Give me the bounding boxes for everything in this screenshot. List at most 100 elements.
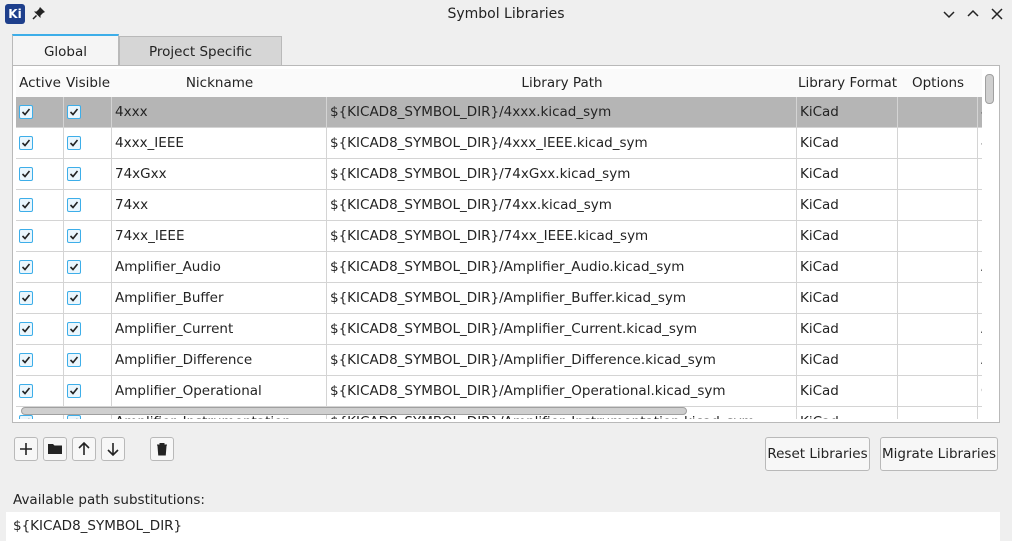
visible-checkbox[interactable] bbox=[67, 384, 81, 398]
visible-checkbox[interactable] bbox=[67, 229, 81, 243]
description-cell[interactable]: Ge bbox=[978, 376, 982, 406]
migrate-libraries-button[interactable]: Migrate Libraries bbox=[880, 437, 998, 471]
active-checkbox[interactable] bbox=[19, 105, 33, 119]
horizontal-scrollbar[interactable] bbox=[21, 407, 687, 415]
reset-libraries-button[interactable]: Reset Libraries bbox=[765, 437, 870, 471]
visible-checkbox[interactable] bbox=[67, 136, 81, 150]
header-active[interactable]: Active bbox=[16, 69, 64, 97]
visible-checkbox[interactable] bbox=[67, 260, 81, 274]
vertical-scrollbar[interactable] bbox=[984, 74, 994, 412]
nickname-cell[interactable]: 74xx bbox=[112, 190, 327, 220]
table-row[interactable]: 74xx_IEEE ${KICAD8_SYMBOL_DIR}/74xx_IEEE.… bbox=[16, 221, 982, 252]
library-format-cell[interactable]: KiCad bbox=[797, 345, 898, 375]
options-cell[interactable] bbox=[898, 376, 978, 406]
nickname-cell[interactable]: Amplifier_Operational bbox=[112, 376, 327, 406]
options-cell[interactable] bbox=[898, 283, 978, 313]
library-path-cell[interactable]: ${KICAD8_SYMBOL_DIR}/4xxx_IEEE.kicad_sym bbox=[327, 128, 797, 158]
active-checkbox[interactable] bbox=[19, 136, 33, 150]
library-format-cell[interactable]: KiCad bbox=[797, 314, 898, 344]
library-path-cell[interactable]: ${KICAD8_SYMBOL_DIR}/Amplifier_Current.k… bbox=[327, 314, 797, 344]
library-path-cell[interactable]: ${KICAD8_SYMBOL_DIR}/Amplifier_Buffer.ki… bbox=[327, 283, 797, 313]
move-up-button[interactable] bbox=[72, 437, 96, 461]
options-cell[interactable] bbox=[898, 190, 978, 220]
horizontal-scroll-thumb[interactable] bbox=[21, 407, 687, 415]
active-checkbox[interactable] bbox=[19, 167, 33, 181]
options-cell[interactable] bbox=[898, 159, 978, 189]
library-format-cell[interactable]: KiCad bbox=[797, 283, 898, 313]
visible-checkbox[interactable] bbox=[67, 198, 81, 212]
table-row[interactable]: Amplifier_Buffer ${KICAD8_SYMBOL_DIR}/Amp… bbox=[16, 283, 982, 314]
maximize-button[interactable] bbox=[965, 6, 981, 22]
table-row[interactable]: Amplifier_Operational ${KICAD8_SYMBOL_DIR… bbox=[16, 376, 982, 407]
visible-checkbox[interactable] bbox=[67, 415, 81, 419]
path-substitution-item[interactable]: ${KICAD8_SYMBOL_DIR} bbox=[13, 518, 182, 534]
table-row[interactable]: 74xx ${KICAD8_SYMBOL_DIR}/74xx.kicad_sym K… bbox=[16, 190, 982, 221]
description-cell[interactable]: Ins bbox=[978, 407, 982, 419]
options-cell[interactable] bbox=[898, 128, 978, 158]
options-cell[interactable] bbox=[898, 221, 978, 251]
visible-checkbox[interactable] bbox=[67, 291, 81, 305]
library-path-cell[interactable]: ${KICAD8_SYMBOL_DIR}/74xGxx.kicad_sym bbox=[327, 159, 797, 189]
table-row[interactable]: Amplifier_Audio ${KICAD8_SYMBOL_DIR}/Ampl… bbox=[16, 252, 982, 283]
visible-checkbox[interactable] bbox=[67, 105, 81, 119]
library-format-cell[interactable]: KiCad bbox=[797, 128, 898, 158]
active-checkbox[interactable] bbox=[19, 229, 33, 243]
header-library-path[interactable]: Library Path bbox=[327, 69, 797, 97]
description-cell[interactable]: An bbox=[978, 345, 982, 375]
description-cell[interactable]: 74 bbox=[978, 190, 982, 220]
active-checkbox[interactable] bbox=[19, 384, 33, 398]
nickname-cell[interactable]: 4xxx_IEEE bbox=[112, 128, 327, 158]
library-format-cell[interactable]: KiCad bbox=[797, 159, 898, 189]
options-cell[interactable] bbox=[898, 407, 978, 419]
header-library-format[interactable]: Library Format bbox=[797, 69, 898, 97]
browse-library-button[interactable] bbox=[43, 437, 67, 461]
options-cell[interactable] bbox=[898, 314, 978, 344]
library-format-cell[interactable]: KiCad bbox=[797, 376, 898, 406]
nickname-cell[interactable]: Amplifier_Current bbox=[112, 314, 327, 344]
move-down-button[interactable] bbox=[101, 437, 125, 461]
table-row[interactable]: Amplifier_Current ${KICAD8_SYMBOL_DIR}/Am… bbox=[16, 314, 982, 345]
table-row[interactable]: Amplifier_Difference ${KICAD8_SYMBOL_DIR}… bbox=[16, 345, 982, 376]
library-path-cell[interactable]: ${KICAD8_SYMBOL_DIR}/4xxx.kicad_sym bbox=[327, 97, 797, 127]
options-cell[interactable] bbox=[898, 252, 978, 282]
remove-library-button[interactable] bbox=[150, 437, 174, 461]
visible-checkbox[interactable] bbox=[67, 322, 81, 336]
table-row[interactable]: 4xxx ${KICAD8_SYMBOL_DIR}/4xxx.kicad_sym K… bbox=[16, 97, 982, 128]
library-format-cell[interactable]: KiCad bbox=[797, 221, 898, 251]
active-checkbox[interactable] bbox=[19, 415, 33, 419]
description-cell[interactable]: 4x bbox=[978, 97, 982, 127]
minimize-button[interactable] bbox=[941, 6, 957, 22]
library-format-cell[interactable]: KiCad bbox=[797, 252, 898, 282]
library-path-cell[interactable]: ${KICAD8_SYMBOL_DIR}/74xx.kicad_sym bbox=[327, 190, 797, 220]
library-format-cell[interactable]: KiCad bbox=[797, 97, 898, 127]
nickname-cell[interactable]: 4xxx bbox=[112, 97, 327, 127]
nickname-cell[interactable]: Amplifier_Difference bbox=[112, 345, 327, 375]
nickname-cell[interactable]: Amplifier_Buffer bbox=[112, 283, 327, 313]
table-row[interactable]: 4xxx_IEEE ${KICAD8_SYMBOL_DIR}/4xxx_IEEE.… bbox=[16, 128, 982, 159]
active-checkbox[interactable] bbox=[19, 198, 33, 212]
nickname-cell[interactable]: 74xx_IEEE bbox=[112, 221, 327, 251]
header-options[interactable]: Options bbox=[898, 69, 978, 97]
options-cell[interactable] bbox=[898, 97, 978, 127]
library-path-cell[interactable]: ${KICAD8_SYMBOL_DIR}/Amplifier_Operation… bbox=[327, 376, 797, 406]
add-library-button[interactable] bbox=[14, 437, 38, 461]
active-checkbox[interactable] bbox=[19, 322, 33, 336]
nickname-cell[interactable]: Amplifier_Audio bbox=[112, 252, 327, 282]
description-cell[interactable]: 74 bbox=[978, 221, 982, 251]
visible-checkbox[interactable] bbox=[67, 353, 81, 367]
library-path-cell[interactable]: ${KICAD8_SYMBOL_DIR}/74xx_IEEE.kicad_sym bbox=[327, 221, 797, 251]
close-button[interactable] bbox=[989, 6, 1005, 22]
library-format-cell[interactable]: KiCad bbox=[797, 190, 898, 220]
active-checkbox[interactable] bbox=[19, 353, 33, 367]
description-cell[interactable]: Bu bbox=[978, 283, 982, 313]
active-checkbox[interactable] bbox=[19, 291, 33, 305]
description-cell[interactable]: 74 bbox=[978, 159, 982, 189]
vertical-scroll-thumb[interactable] bbox=[985, 74, 994, 104]
options-cell[interactable] bbox=[898, 345, 978, 375]
library-format-cell[interactable]: KiCad bbox=[797, 407, 898, 419]
library-path-cell[interactable]: ${KICAD8_SYMBOL_DIR}/Amplifier_Audio.kic… bbox=[327, 252, 797, 282]
header-nickname[interactable]: Nickname bbox=[112, 69, 327, 97]
library-path-cell[interactable]: ${KICAD8_SYMBOL_DIR}/Amplifier_Differenc… bbox=[327, 345, 797, 375]
nickname-cell[interactable]: 74xGxx bbox=[112, 159, 327, 189]
active-checkbox[interactable] bbox=[19, 260, 33, 274]
